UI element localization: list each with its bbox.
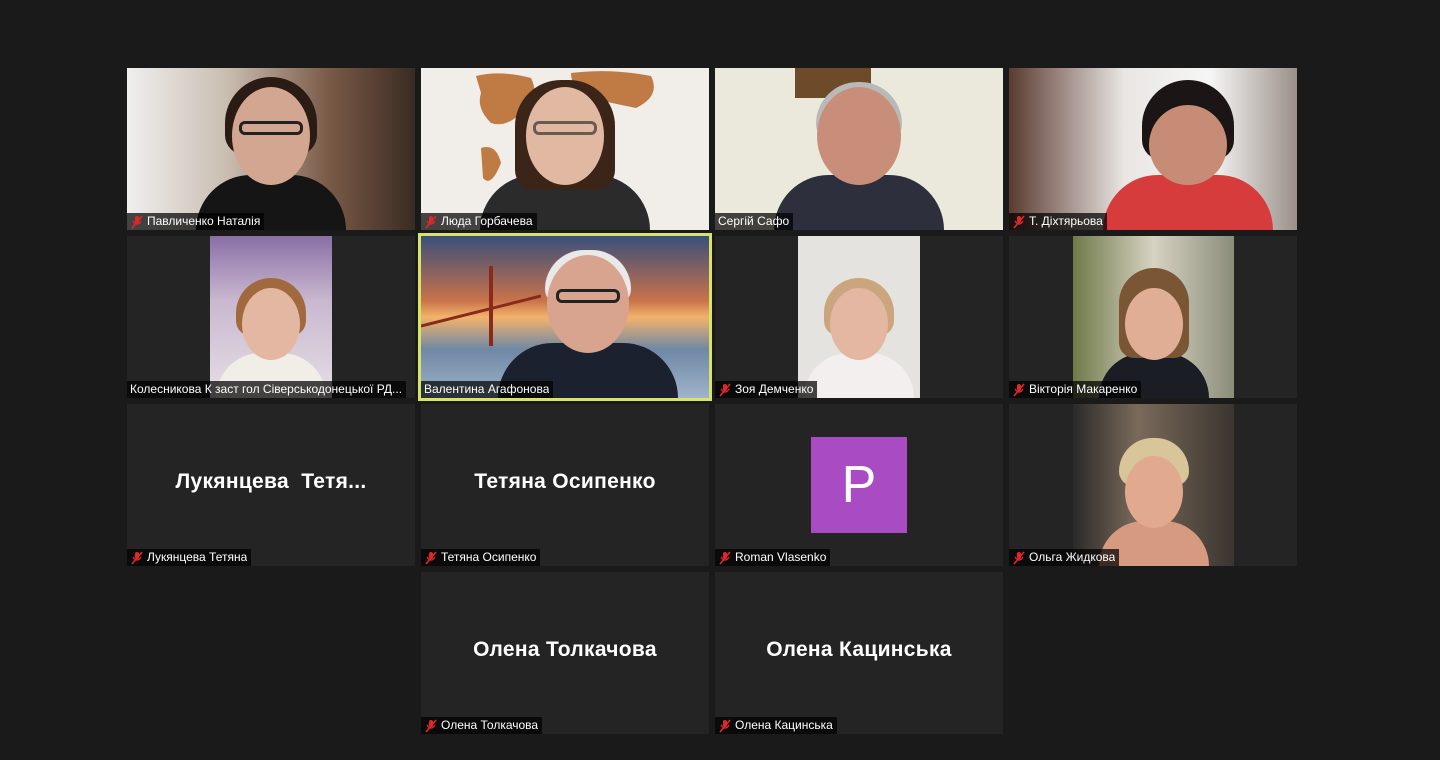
participant-tile[interactable]: Сергій Сафо (715, 68, 1003, 230)
participant-display-name: Олена Толкачова (473, 638, 657, 661)
participant-video (421, 68, 709, 230)
participant-name-label: Roman Vlasenko (715, 549, 831, 566)
participant-tile-active-speaker[interactable]: Валентина Агафонова (418, 233, 712, 401)
participant-video (127, 68, 415, 230)
mic-muted-icon (131, 214, 143, 229)
participant-name-label: Олена Кацинська (715, 717, 837, 734)
participant-video (210, 236, 332, 398)
participant-figure (216, 278, 326, 398)
video-gallery: Павличенко Наталія Люда Горбачева Сергій… (0, 0, 1440, 760)
participant-tile-video-off[interactable]: Олена Кацинська Олена Кацинська (715, 572, 1003, 734)
participant-name-label: Тетяна Осипенко (421, 549, 541, 566)
participant-tile[interactable]: Т. Діхтярьова (1009, 68, 1297, 230)
mic-muted-icon (425, 214, 437, 229)
participant-tile[interactable]: Вікторія Макаренко (1009, 236, 1297, 398)
participant-figure (1098, 438, 1209, 566)
participant-name-label: Вікторія Макаренко (1009, 381, 1142, 398)
participant-tile-video-off[interactable]: Лукянцева Тетя... Лукянцева Тетяна (127, 404, 415, 566)
mic-muted-icon (425, 718, 437, 733)
participant-figure (804, 278, 914, 398)
participant-tile[interactable]: Павличенко Наталія (127, 68, 415, 230)
participant-tile[interactable]: Колесникова К заст гол Сіверськодонецько… (127, 236, 415, 398)
mic-muted-icon (131, 550, 143, 565)
participant-video (421, 236, 709, 398)
mic-muted-icon (1013, 550, 1025, 565)
participant-figure (186, 77, 356, 230)
participant-tile-video-off[interactable]: P Roman Vlasenko (715, 404, 1003, 566)
participant-video (798, 236, 920, 398)
mic-muted-icon (425, 550, 437, 565)
participant-name-label: Зоя Демченко (715, 381, 818, 398)
participant-figure (1098, 268, 1209, 398)
participant-name-label: Павличенко Наталія (127, 213, 265, 230)
participant-figure (498, 248, 679, 398)
mic-muted-icon (1013, 214, 1025, 229)
mic-muted-icon (1013, 382, 1025, 397)
participant-tile-video-off[interactable]: Олена Толкачова Олена Толкачова (421, 572, 709, 734)
participant-display-name: Олена Кацинська (766, 638, 952, 661)
participant-name-label: Сергій Сафо (715, 213, 794, 230)
participant-video (1073, 236, 1234, 398)
participant-name-label: Олена Толкачова (421, 717, 543, 734)
participant-figure (774, 80, 944, 230)
participant-video (715, 68, 1003, 230)
participant-name-label: Ольга Жидкова (1009, 549, 1120, 566)
mic-muted-icon (719, 718, 731, 733)
participant-tile-video-off[interactable]: Тетяна Осипенко Тетяна Осипенко (421, 404, 709, 566)
participant-video (1073, 404, 1234, 566)
participant-name-label: Колесникова К заст гол Сіверськодонецько… (127, 381, 407, 398)
mic-muted-icon (719, 382, 731, 397)
participant-name-label: Лукянцева Тетяна (127, 549, 252, 566)
participant-figure (1102, 80, 1273, 230)
participant-display-name: Лукянцева Тетя... (175, 470, 367, 493)
participant-tile[interactable]: Люда Горбачева (421, 68, 709, 230)
participant-name-label: Т. Діхтярьова (1009, 213, 1107, 230)
participant-tile[interactable]: Зоя Демченко (715, 236, 1003, 398)
avatar: P (811, 437, 907, 533)
participant-name-label: Люда Горбачева (421, 213, 537, 230)
participant-video (1009, 68, 1297, 230)
mic-muted-icon (719, 550, 731, 565)
participant-name-label: Валентина Агафонова (421, 381, 554, 398)
participant-tile[interactable]: Ольга Жидкова (1009, 404, 1297, 566)
participant-display-name: Тетяна Осипенко (474, 470, 656, 493)
participant-figure (480, 80, 650, 230)
